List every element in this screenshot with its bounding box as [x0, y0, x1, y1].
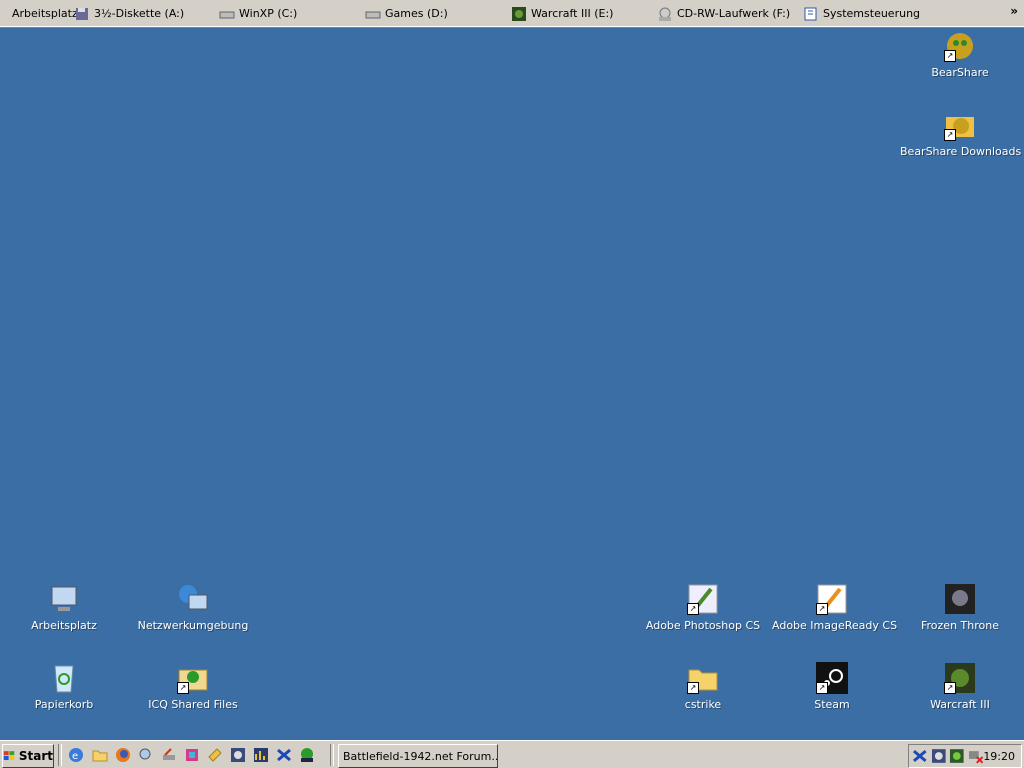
deskbar-item-cdrw[interactable]: CD-RW-Laufwerk (F:) [657, 0, 790, 27]
ticket-app-icon[interactable] [207, 747, 223, 763]
network-disconnected-icon[interactable] [968, 748, 984, 764]
icon-label: Warcraft III [930, 698, 990, 711]
search-network-icon[interactable] [138, 747, 154, 763]
ie-icon[interactable]: e [68, 747, 84, 763]
icon-label: Netzwerkumgebung [137, 619, 249, 632]
desktop-icon-steam[interactable]: ↗ Steam [772, 662, 892, 711]
deskbar-label: CD-RW-Laufwerk (F:) [677, 7, 791, 20]
deskbar-label: Games (D:) [385, 7, 448, 20]
bearshare-icon: ↗ [944, 30, 976, 62]
deskbar-item-arbeitsplatz[interactable]: Arbeitsplatz [12, 0, 78, 27]
headset-app-icon[interactable] [230, 747, 246, 763]
window-title: Battlefield-1942.net Forum... [343, 749, 498, 763]
windows-logo-icon [3, 751, 15, 761]
drive-tool-icon[interactable] [161, 747, 177, 763]
photoshop-icon: ↗ [687, 583, 719, 615]
icon-label: Papierkorb [34, 698, 94, 711]
icon-label: ICQ Shared Files [148, 698, 238, 711]
deskbar-item-games[interactable]: Games (D:) [365, 0, 448, 27]
explorer-folder-icon[interactable] [92, 747, 108, 763]
deskbar-label: Warcraft III (E:) [531, 7, 614, 20]
address-deskbar: Arbeitsplatz 3½-Diskette (A:) WinXP (C:)… [0, 0, 1024, 28]
deskbar-item-floppy[interactable]: 3½-Diskette (A:) [74, 0, 184, 27]
recycle-bin-icon [48, 662, 80, 694]
headset-tray-icon[interactable] [931, 748, 947, 764]
deskbar-item-systemsteuerung[interactable]: Systemsteuerung [803, 0, 920, 27]
chart-app-icon[interactable] [253, 747, 269, 763]
desktop-icon-imageready[interactable]: ↗ Adobe ImageReady CS [772, 583, 898, 632]
xfire-icon[interactable] [276, 747, 292, 763]
more-chevron-icon[interactable]: » [1010, 4, 1018, 18]
hard-drive-icon [365, 11, 381, 18]
firefox-icon[interactable] [115, 747, 131, 763]
desktop-icon-papierkorb[interactable]: Papierkorb [4, 662, 124, 711]
icon-label: Arbeitsplatz [31, 619, 97, 632]
system-tray: 19:20 [908, 744, 1022, 768]
icon-label: Steam [814, 698, 850, 711]
steam-icon: ↗ [816, 662, 848, 694]
icon-label: Frozen Throne [921, 619, 999, 632]
floppy-drive-icon [76, 7, 88, 20]
xfire-tray-icon[interactable] [912, 748, 928, 764]
icon-label: Adobe ImageReady CS [772, 619, 898, 632]
desktop-icon-frozen-throne[interactable]: Frozen Throne [900, 583, 1020, 632]
app-tray-icon[interactable] [949, 748, 965, 764]
desktop-icon-netzwerkumgebung[interactable]: Netzwerkumgebung [133, 583, 253, 632]
deskbar-label: Arbeitsplatz [12, 7, 78, 20]
folder-bearshare-icon: ↗ [944, 109, 976, 141]
taskbar-separator [58, 744, 62, 766]
desktop-icon-warcraft3[interactable]: ↗ Warcraft III [900, 662, 1020, 711]
deskbar-item-winxp[interactable]: WinXP (C:) [219, 0, 297, 27]
warcraft-drive-icon [512, 6, 526, 21]
cd-drive-icon [659, 7, 671, 21]
icon-label: BearShare Downloads [900, 145, 1022, 158]
desktop-icon-bearshare-downloads[interactable]: ↗ BearShare Downloads [900, 109, 1022, 158]
desktop-icon-icq-shared[interactable]: ↗ ICQ Shared Files [133, 662, 253, 711]
deskbar-label: WinXP (C:) [239, 7, 298, 20]
control-panel-icon [804, 7, 817, 20]
deskbar-label: Systemsteuerung [823, 7, 921, 20]
start-label: Start [18, 749, 53, 763]
icon-label: cstrike [684, 698, 722, 711]
folder-icon: ↗ [687, 662, 719, 694]
desktop-icon-cstrike[interactable]: ↗ cstrike [643, 662, 763, 711]
taskbar-window-button[interactable]: Battlefield-1942.net Forum... [338, 744, 498, 768]
warcraft-icon: ↗ [944, 662, 976, 694]
desktop-icon-photoshop[interactable]: ↗ Adobe Photoshop CS [643, 583, 763, 632]
icq-pro-icon[interactable] [299, 747, 315, 763]
desktop-icon-bearshare[interactable]: ↗ BearShare [900, 30, 1020, 79]
deskbar-label: 3½-Diskette (A:) [94, 7, 185, 20]
taskbar: Start e Battlefield-1942.net Forum... 19… [0, 740, 1024, 768]
taskbar-separator [330, 744, 334, 766]
icq-folder-icon: ↗ [177, 662, 209, 694]
icon-label: BearShare [931, 66, 989, 79]
deskbar-item-warcraft[interactable]: Warcraft III (E:) [511, 0, 613, 27]
clock[interactable]: 19:20 [983, 750, 1015, 763]
network-icon [177, 583, 209, 615]
computer-icon [48, 583, 80, 615]
icon-label: Adobe Photoshop CS [645, 619, 761, 632]
start-button[interactable]: Start [2, 744, 54, 768]
svg-text:e: e [72, 751, 78, 762]
desktop-icon-arbeitsplatz[interactable]: Arbeitsplatz [4, 583, 124, 632]
frozen-throne-icon [944, 583, 976, 615]
cube-app-icon[interactable] [184, 747, 200, 763]
imageready-icon: ↗ [816, 583, 848, 615]
hard-drive-icon [219, 11, 235, 18]
